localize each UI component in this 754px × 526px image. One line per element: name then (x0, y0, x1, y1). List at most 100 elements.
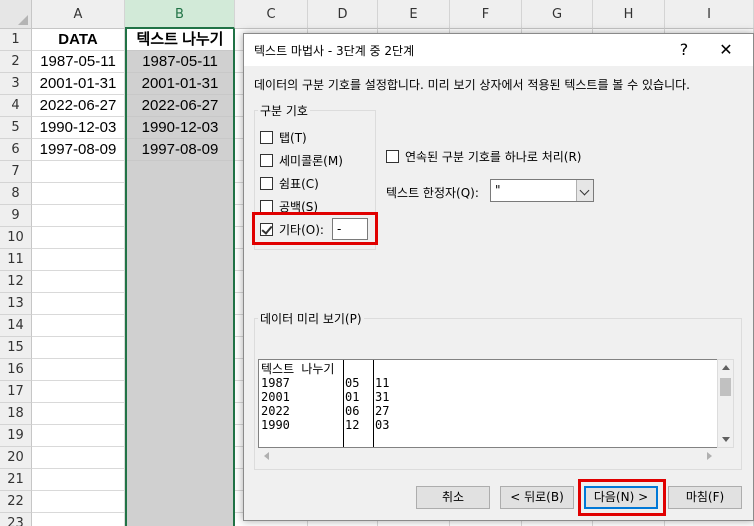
column-header-i[interactable]: I (665, 0, 754, 29)
cell[interactable]: 1997-08-09 (127, 139, 233, 161)
data-preview[interactable]: 텍스트 나누기 1987 05 11 2001 01 31 2022 06 27 1990 12 03 (258, 359, 718, 448)
cell[interactable] (32, 315, 125, 337)
comma-checkbox-row[interactable]: 쉼표(C) (260, 174, 319, 192)
chevron-down-icon[interactable] (576, 180, 593, 201)
column-header-h[interactable]: H (593, 0, 665, 29)
row-header[interactable]: 3 (0, 73, 32, 95)
row-header[interactable]: 10 (0, 227, 32, 249)
row-header[interactable]: 19 (0, 425, 32, 447)
row-header[interactable]: 16 (0, 359, 32, 381)
row-header[interactable]: 21 (0, 469, 32, 491)
cell[interactable]: 2001-01-31 (127, 73, 233, 95)
preview-cell: 03 (375, 418, 390, 432)
cell[interactable]: 2022-06-27 (32, 95, 125, 117)
cell[interactable] (32, 293, 125, 315)
row-header[interactable]: 8 (0, 183, 32, 205)
semicolon-checkbox-row[interactable]: 세미콜론(M) (260, 151, 343, 169)
cell[interactable] (32, 469, 125, 491)
semicolon-checkbox[interactable] (260, 153, 273, 167)
cell[interactable]: 2022-06-27 (127, 95, 233, 117)
cell[interactable] (32, 161, 125, 183)
preview-cell: 1990 (261, 418, 290, 432)
tab-label: 탭(T) (279, 130, 307, 145)
dialog-titlebar: 텍스트 마법사 - 3단계 중 2단계 ? ✕ (244, 34, 753, 66)
cell[interactable]: 1997-08-09 (32, 139, 125, 161)
qualifier-value: " (495, 183, 501, 197)
cell[interactable] (32, 359, 125, 381)
consecutive-checkbox-row[interactable]: 연속된 구분 기호를 하나로 처리(R) (386, 147, 581, 165)
space-checkbox[interactable] (260, 199, 273, 213)
comma-checkbox[interactable] (260, 176, 273, 190)
scroll-left-icon[interactable] (264, 452, 269, 460)
cell[interactable]: 2001-01-31 (32, 73, 125, 95)
row-header[interactable]: 7 (0, 161, 32, 183)
tab-checkbox[interactable] (260, 130, 273, 144)
row-header[interactable]: 18 (0, 403, 32, 425)
preview-cell: 27 (375, 404, 390, 418)
consecutive-checkbox[interactable] (386, 149, 399, 163)
consecutive-label: 연속된 구분 기호를 하나로 처리(R) (405, 149, 582, 164)
column-header-f[interactable]: F (450, 0, 522, 29)
cell[interactable] (32, 249, 125, 271)
row-header[interactable]: 17 (0, 381, 32, 403)
help-button[interactable]: ? (664, 38, 704, 62)
column-header-a[interactable]: A (32, 0, 125, 29)
row-header[interactable]: 1 (0, 29, 32, 51)
cell[interactable] (32, 403, 125, 425)
tab-checkbox-row[interactable]: 탭(T) (260, 128, 307, 146)
row-header[interactable]: 9 (0, 205, 32, 227)
cell[interactable] (32, 513, 125, 526)
cell[interactable] (32, 447, 125, 469)
cell[interactable] (32, 381, 125, 403)
column-header-c[interactable]: C (235, 0, 308, 29)
row-header[interactable]: 22 (0, 491, 32, 513)
preview-horizontal-scrollbar[interactable] (258, 448, 718, 465)
delimiters-group-label: 구분 기호 (258, 102, 310, 119)
row-header[interactable]: 6 (0, 139, 32, 161)
column-header-b[interactable]: B (125, 0, 235, 29)
cell[interactable]: DATA (32, 29, 125, 51)
column-header-e[interactable]: E (378, 0, 450, 29)
preview-cell: 1987 (261, 376, 290, 390)
cell[interactable]: 1987-05-11 (127, 51, 233, 73)
preview-cell: 06 (345, 404, 360, 418)
scroll-down-icon[interactable] (722, 437, 730, 442)
cell[interactable]: 텍스트 나누기 (127, 29, 233, 51)
cell[interactable] (32, 205, 125, 227)
select-all-corner[interactable] (0, 0, 32, 29)
scroll-up-icon[interactable] (722, 365, 730, 370)
cell[interactable] (32, 337, 125, 359)
cell[interactable]: 1990-12-03 (32, 117, 125, 139)
back-button[interactable]: < 뒤로(B) (500, 486, 574, 509)
cell[interactable] (32, 183, 125, 205)
cancel-button[interactable]: 취소 (416, 486, 490, 509)
preview-column-separator (373, 360, 374, 447)
row-header[interactable]: 23 (0, 513, 32, 526)
preview-cell: 2001 (261, 390, 290, 404)
cell[interactable]: 1987-05-11 (32, 51, 125, 73)
row-header[interactable]: 13 (0, 293, 32, 315)
preview-cell: 2022 (261, 404, 290, 418)
scroll-right-icon[interactable] (707, 452, 712, 460)
close-icon[interactable]: ✕ (706, 38, 746, 62)
row-header[interactable]: 4 (0, 95, 32, 117)
cell[interactable] (32, 227, 125, 249)
column-header-d[interactable]: D (308, 0, 378, 29)
preview-cell: 11 (375, 376, 390, 390)
scroll-thumb[interactable] (720, 378, 731, 396)
cell[interactable] (32, 491, 125, 513)
row-header[interactable]: 11 (0, 249, 32, 271)
row-header[interactable]: 5 (0, 117, 32, 139)
cell[interactable] (32, 271, 125, 293)
qualifier-select[interactable]: " (490, 179, 594, 202)
row-header[interactable]: 14 (0, 315, 32, 337)
column-header-g[interactable]: G (522, 0, 593, 29)
cell[interactable]: 1990-12-03 (127, 117, 233, 139)
row-header[interactable]: 2 (0, 51, 32, 73)
cell[interactable] (32, 425, 125, 447)
row-header[interactable]: 20 (0, 447, 32, 469)
preview-vertical-scrollbar[interactable] (717, 359, 734, 448)
row-header[interactable]: 15 (0, 337, 32, 359)
finish-button[interactable]: 마침(F) (668, 486, 742, 509)
row-header[interactable]: 12 (0, 271, 32, 293)
